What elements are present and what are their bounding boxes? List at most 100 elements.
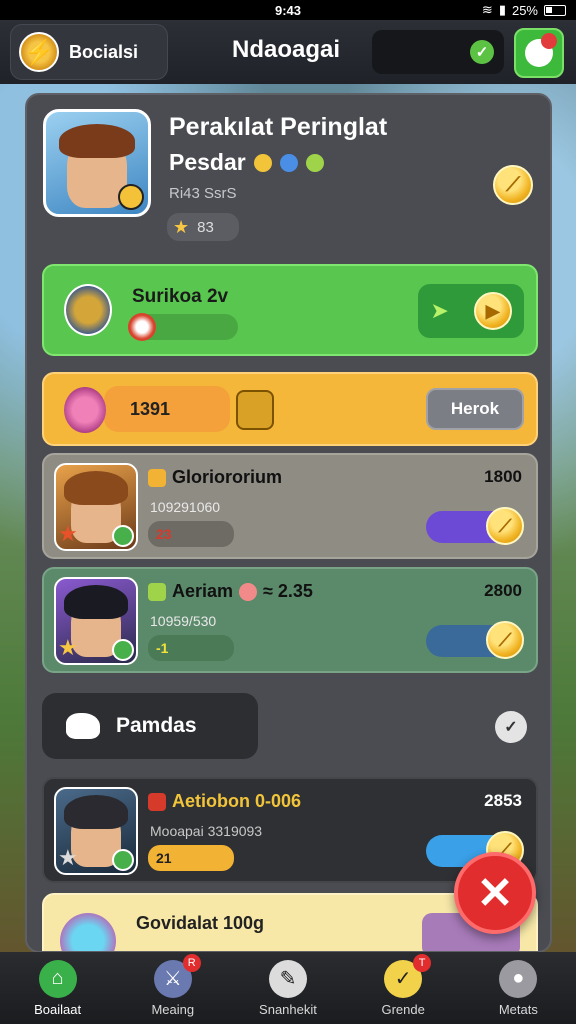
nav-item-tools[interactable]: ✎ Snanhekit: [238, 959, 338, 1017]
nav-item-rewards[interactable]: ✓ T Grende: [353, 953, 453, 1017]
nav-item-home[interactable]: ⌂ Boailaat: [8, 959, 108, 1017]
star-icon: ★: [58, 635, 78, 660]
row-title: Aetiobon 0-006: [148, 791, 301, 812]
rating-value: 83: [197, 218, 214, 236]
signal-icon: ▮: [498, 2, 506, 17]
check-icon: ✓: [470, 40, 494, 64]
nav-item-profile[interactable]: ● Metats: [468, 959, 568, 1017]
check-badge-icon: [112, 849, 134, 871]
row-title-text: Aeriam: [172, 581, 234, 601]
battery-icon: [544, 4, 566, 16]
ball-icon: [128, 313, 156, 341]
row-title-suffix: ≈ 2.35: [263, 581, 313, 601]
nav-label: Meaing: [151, 1001, 195, 1017]
row-pill: -1: [148, 635, 234, 661]
top-header: ⚡ Bocialsi Ndaoagai ✓: [0, 20, 576, 84]
coin-button[interactable]: ⟋: [493, 165, 533, 205]
nav-label: Metats: [498, 1001, 538, 1017]
dino-icon: [66, 713, 100, 739]
notification-badge: R: [182, 953, 201, 972]
profile-avatar[interactable]: [43, 109, 151, 217]
social-label: Bocialsi: [69, 41, 139, 62]
hero-row-1[interactable]: ★ Gloriororium 109291060 23 1800 ⟋: [42, 453, 538, 559]
green-quest-card[interactable]: Surikoa 2v ➤ ▶: [42, 264, 538, 356]
nav-item-battle[interactable]: ⚔ R Meaing: [123, 953, 223, 1017]
quest-progress-bar: [128, 313, 238, 341]
lightning-icon: ⚡: [19, 32, 59, 72]
gem-icon: [148, 582, 166, 601]
row-pill: 23: [148, 521, 234, 547]
check-badge-icon: [112, 525, 134, 547]
row-meta: 10959/530: [150, 613, 217, 629]
green-face-icon: [305, 153, 324, 172]
row-title: Aeriam ≈ 2.35: [148, 581, 313, 602]
close-button[interactable]: ✕: [454, 852, 536, 934]
play-button[interactable]: ➤ ▶: [418, 284, 524, 338]
check-icon: ✓: [504, 719, 518, 736]
main-panel: Perakılat Peringlat Pesdar Ri43 SsrS ★ 8…: [25, 93, 552, 953]
row-score: 2800: [484, 581, 522, 600]
star-icon: ★: [58, 521, 78, 546]
bottom-nav: ⌂ Boailaat ⚔ R Meaing ✎ Snanhekit ✓ T Gr…: [0, 952, 576, 1024]
face-icon: [239, 582, 258, 601]
globe-icon: [60, 913, 116, 951]
row-score: 2853: [484, 791, 522, 810]
hero-avatar: ★: [54, 463, 138, 551]
page-title: Ndaoagai: [232, 36, 341, 63]
section-check-button[interactable]: ✓: [495, 711, 527, 743]
profile-rating: ★ 83: [167, 213, 239, 241]
profile-subtitle-row: Pesdar: [169, 149, 324, 176]
row-meta: 109291060: [150, 499, 221, 515]
battery-percent: 25%: [511, 2, 538, 18]
row-score: 1800: [484, 467, 522, 486]
coin-icon: ⟋: [486, 621, 524, 659]
profile-name: Perakılat Peringlat: [169, 113, 388, 141]
leaf-icon: [64, 284, 112, 336]
row-meta: Mooapai 3319093: [150, 823, 263, 839]
row-collect-button[interactable]: ⟋: [426, 507, 524, 545]
section-label: Pamdas: [116, 714, 197, 737]
hero-row-2[interactable]: ★ Aeriam ≈ 2.35 10959/530 -1 2800 ⟋: [42, 567, 538, 673]
check-badge-icon: [112, 639, 134, 661]
status-time: 9:43: [274, 2, 302, 18]
profile-subtitle: Pesdar: [169, 149, 246, 175]
gift-icon: [525, 33, 557, 67]
hero-avatar: ★: [54, 787, 138, 875]
star-icon: ★: [58, 845, 78, 870]
row-collect-button[interactable]: ⟋: [426, 621, 524, 659]
nav-label: Grende: [381, 1001, 425, 1017]
cursor-icon: ➤: [430, 298, 449, 323]
row-title-text: Aetiobon 0-006: [172, 791, 302, 811]
play-icon: ▶: [473, 292, 512, 330]
orange-resource-card: 1391 Herok: [42, 372, 538, 446]
person-icon: ●: [499, 959, 538, 998]
social-button[interactable]: ⚡ Bocialsi: [10, 24, 168, 80]
row-title: Gloriororium: [148, 467, 282, 488]
coin-icon: ⟋: [506, 173, 520, 196]
profile-meta: Ri43 SsrS: [169, 185, 237, 202]
mask-icon: [236, 390, 274, 430]
reward-title: Govidalat 100g: [136, 913, 265, 933]
tools-icon: ✎: [268, 959, 307, 998]
quest-title: Surikoa 2v: [132, 286, 229, 307]
nav-label: Boailaat: [34, 1001, 82, 1017]
house-icon: ⌂: [38, 959, 77, 998]
close-icon: ✕: [476, 868, 514, 918]
star-icon: ★: [173, 216, 190, 237]
status-pill[interactable]: ✓: [372, 30, 504, 74]
resource-pill: 1391: [104, 386, 230, 432]
status-icons: ︎≋ ▮ 25%: [482, 2, 566, 18]
smile-icon: [253, 153, 272, 172]
chest-icon: [148, 468, 166, 487]
onion-icon: [64, 387, 106, 433]
blue-face-icon: [279, 153, 298, 172]
gift-button[interactable]: [514, 28, 564, 78]
heroic-button[interactable]: Herok: [426, 388, 524, 430]
resource-value: 1391: [130, 398, 171, 419]
row-pill: 21: [148, 845, 234, 871]
nav-label: Snanhekit: [259, 1001, 317, 1017]
section-header[interactable]: Pamdas: [42, 693, 258, 759]
wifi-icon: ︎≋: [481, 2, 493, 17]
flag-icon: [148, 792, 166, 811]
hero-avatar: ★: [54, 577, 138, 665]
